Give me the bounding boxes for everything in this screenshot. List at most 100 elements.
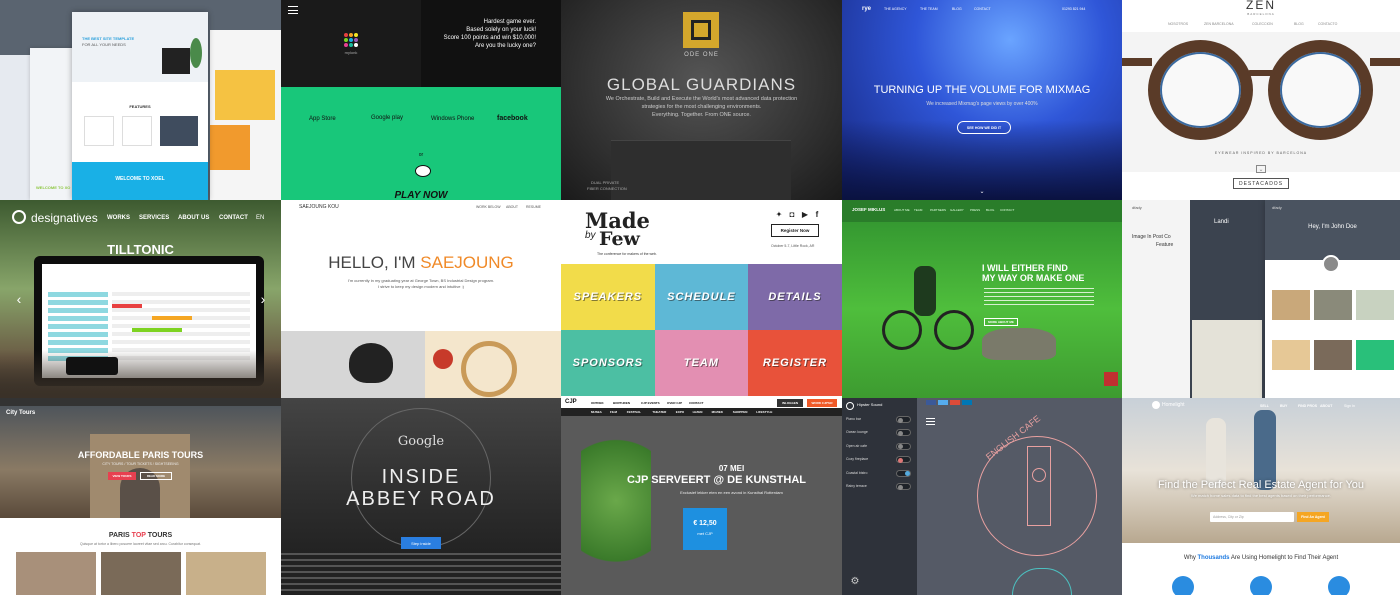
nav-resume[interactable]: RESUME — [526, 205, 541, 209]
youtube-icon[interactable]: ▶ — [801, 210, 809, 219]
nav-events[interactable]: CJP EVENTS — [641, 401, 660, 405]
chevron-down-icon[interactable]: ⌄ — [1256, 165, 1266, 173]
tile-abbey-road[interactable]: Google INSIDE ABBEY ROAD Step inside — [281, 398, 561, 595]
subnav-festival[interactable]: FESTIVAL — [627, 410, 641, 414]
card-details[interactable]: DETAILS — [748, 264, 842, 330]
sound-toggle[interactable] — [896, 416, 911, 423]
tile-xoel[interactable]: THE BEST SITE TEMPLATE FOR ALL YOUR NEED… — [0, 0, 281, 200]
nav-works[interactable]: WORKS — [107, 215, 130, 221]
site-name[interactable]: SAEJOUNG KOU — [299, 204, 339, 210]
logo[interactable]: Homelight — [1162, 402, 1185, 408]
tile-cjp[interactable]: CJP ONTDEK BORTHDEN CJP EVENTS OVER CJP … — [561, 398, 842, 595]
tile-city-tours[interactable]: City Tours AFFORDABLE PARIS TOURS CITY T… — [0, 398, 281, 595]
scroll-button[interactable] — [1104, 372, 1118, 386]
app-store-link[interactable]: App Store — [309, 116, 336, 122]
chevron-left-icon[interactable]: ‹ — [14, 291, 24, 307]
step-inside-button[interactable]: Step inside — [401, 537, 441, 549]
view-tours-button[interactable]: VIEW TOURS — [108, 472, 136, 480]
tile-zen[interactable]: ZEN BARCELONA NOSOTROS ZEN BARCELONA COL… — [1122, 0, 1400, 200]
nav-zen[interactable]: ZEN BARCELONA — [1204, 22, 1234, 26]
chevron-down-icon[interactable]: ⌄ — [978, 188, 986, 195]
nav-partners[interactable]: PARTNERS — [930, 208, 946, 212]
play-now-button[interactable]: PLAY NOW — [371, 190, 471, 200]
tour-card-3[interactable] — [186, 552, 266, 595]
logo[interactable]: CJP — [565, 399, 577, 405]
tour-card-1[interactable] — [16, 552, 96, 595]
twitter-icon[interactable]: ✦ — [775, 210, 783, 219]
sound-toggle[interactable] — [896, 469, 911, 477]
windows-phone-link[interactable]: Windows Phone — [431, 116, 474, 122]
tile-dfady[interactable]: dfady Image In Post Co Feature Landi dfa… — [1122, 200, 1400, 398]
read-more-button[interactable]: READ MORE — [140, 472, 172, 480]
share-tw[interactable] — [938, 400, 948, 405]
price-badge[interactable] — [683, 508, 727, 550]
nav-blog[interactable]: BLOG — [986, 208, 994, 212]
card-team[interactable]: TEAM — [654, 330, 749, 396]
sound-toggle[interactable] — [896, 442, 911, 450]
nav-ontdek[interactable]: ONTDEK — [591, 401, 604, 405]
nav-coleccion[interactable]: COLECCION — [1252, 22, 1273, 26]
subnav-lifestyle[interactable]: LIFESTYLE — [756, 410, 772, 414]
nav-borthden[interactable]: BORTHDEN — [613, 401, 630, 405]
share-g[interactable] — [950, 400, 960, 405]
nav-gallery[interactable]: GALLERY — [950, 208, 964, 212]
gear-icon[interactable]: ⚙ — [850, 576, 860, 587]
nav-blog[interactable]: BLOG — [1294, 22, 1304, 26]
nav-buy[interactable]: BUY — [1280, 404, 1287, 408]
sound-toggle[interactable] — [896, 429, 911, 437]
nav-about[interactable]: ABOUT ME — [894, 208, 910, 212]
destacados-button[interactable]: DESTACADOS — [1233, 178, 1289, 189]
facebook-link[interactable]: facebook — [497, 115, 528, 122]
menu-icon[interactable] — [926, 418, 935, 425]
nav-contact[interactable]: CONTACT — [689, 401, 703, 405]
nav-work[interactable]: WORK BELOW — [476, 205, 501, 209]
tile-hipster-sound[interactable]: Hipster Sound Piano bar Ocean lounge Open … — [842, 398, 1122, 595]
nav-over[interactable]: OVER CJP — [667, 401, 682, 405]
grid-thumb-5[interactable] — [1314, 340, 1352, 370]
logo-text[interactable]: designatives — [31, 211, 98, 225]
nav-sell[interactable]: SELL — [1260, 404, 1269, 408]
hamburger-icon[interactable] — [288, 6, 298, 14]
tile-ode-one[interactable]: ODE ONE GLOBAL GUARDIANS We Orchestrate,… — [561, 0, 842, 200]
nav-contact[interactable]: CONTACT — [219, 215, 248, 221]
subnav-film[interactable]: FILM — [610, 410, 617, 414]
nav-find-pros[interactable]: FIND PROS — [1298, 404, 1317, 408]
facebook-icon[interactable]: f — [813, 210, 821, 219]
nav-contacto[interactable]: CONTACTO — [1318, 22, 1337, 26]
nav-nosotros[interactable]: NOSOTROS — [1168, 22, 1188, 26]
subnav-muziek[interactable]: MUZIEK — [712, 410, 724, 414]
subnav-expo[interactable]: EXPO — [676, 410, 684, 414]
card-schedule[interactable]: SCHEDULE — [654, 264, 749, 330]
google-play-link[interactable]: Google play — [371, 115, 403, 121]
nav-about[interactable]: ABOUT — [1320, 404, 1332, 408]
grid-thumb-6[interactable] — [1356, 340, 1394, 370]
card-sponsors[interactable]: SPONSORS — [561, 330, 655, 396]
register-button[interactable]: Register Now — [771, 224, 819, 237]
login-button[interactable]: INLOGGEN — [777, 399, 803, 407]
subnav-musea[interactable]: MUSEA — [591, 410, 602, 414]
sound-toggle[interactable] — [896, 483, 911, 490]
grid-thumb-2[interactable] — [1314, 290, 1352, 320]
card-register[interactable]: REGISTER — [748, 330, 842, 396]
tile-mylonk[interactable]: mylonk Hardest game ever. Based solely o… — [281, 0, 561, 200]
tile-saejoung[interactable]: SAEJOUNG KOU WORK BELOW ABOUT RESUME HEL… — [281, 200, 561, 398]
subnav-theater[interactable]: THEATER — [652, 410, 666, 414]
logo[interactable]: City Tours — [6, 410, 35, 416]
tile-mixmag[interactable]: rye THE AGENCY THE TEAM BLOG CONTACT 012… — [842, 0, 1122, 200]
nav-agency[interactable]: THE AGENCY — [884, 7, 907, 11]
nav-en[interactable]: EN — [256, 215, 264, 221]
tile-homelight[interactable]: Homelight SELL BUY FIND PROS ABOUT Sign … — [1122, 398, 1400, 595]
grid-thumb-3[interactable] — [1356, 290, 1394, 320]
more-about-button[interactable]: MORE ABOUT ME — [984, 318, 1018, 326]
tile-designatives[interactable]: designatives WORKS SERVICES ABOUT US CON… — [0, 200, 281, 398]
nav-contact[interactable]: CONTACT — [974, 7, 991, 11]
nav-services[interactable]: SERVICES — [139, 215, 169, 221]
subnav-lezen[interactable]: LEZEN — [693, 410, 703, 414]
subnav-shoppen[interactable]: SHOPPEN — [733, 410, 748, 414]
share-fb[interactable] — [926, 400, 936, 405]
nav-blog[interactable]: BLOG — [952, 7, 962, 11]
instagram-icon[interactable]: ◘ — [788, 210, 796, 219]
see-how-button[interactable]: SEE HOW WE DID IT — [957, 121, 1011, 134]
card-speakers[interactable]: SPEAKERS — [561, 264, 655, 330]
nav-about[interactable]: ABOUT US — [178, 215, 209, 221]
